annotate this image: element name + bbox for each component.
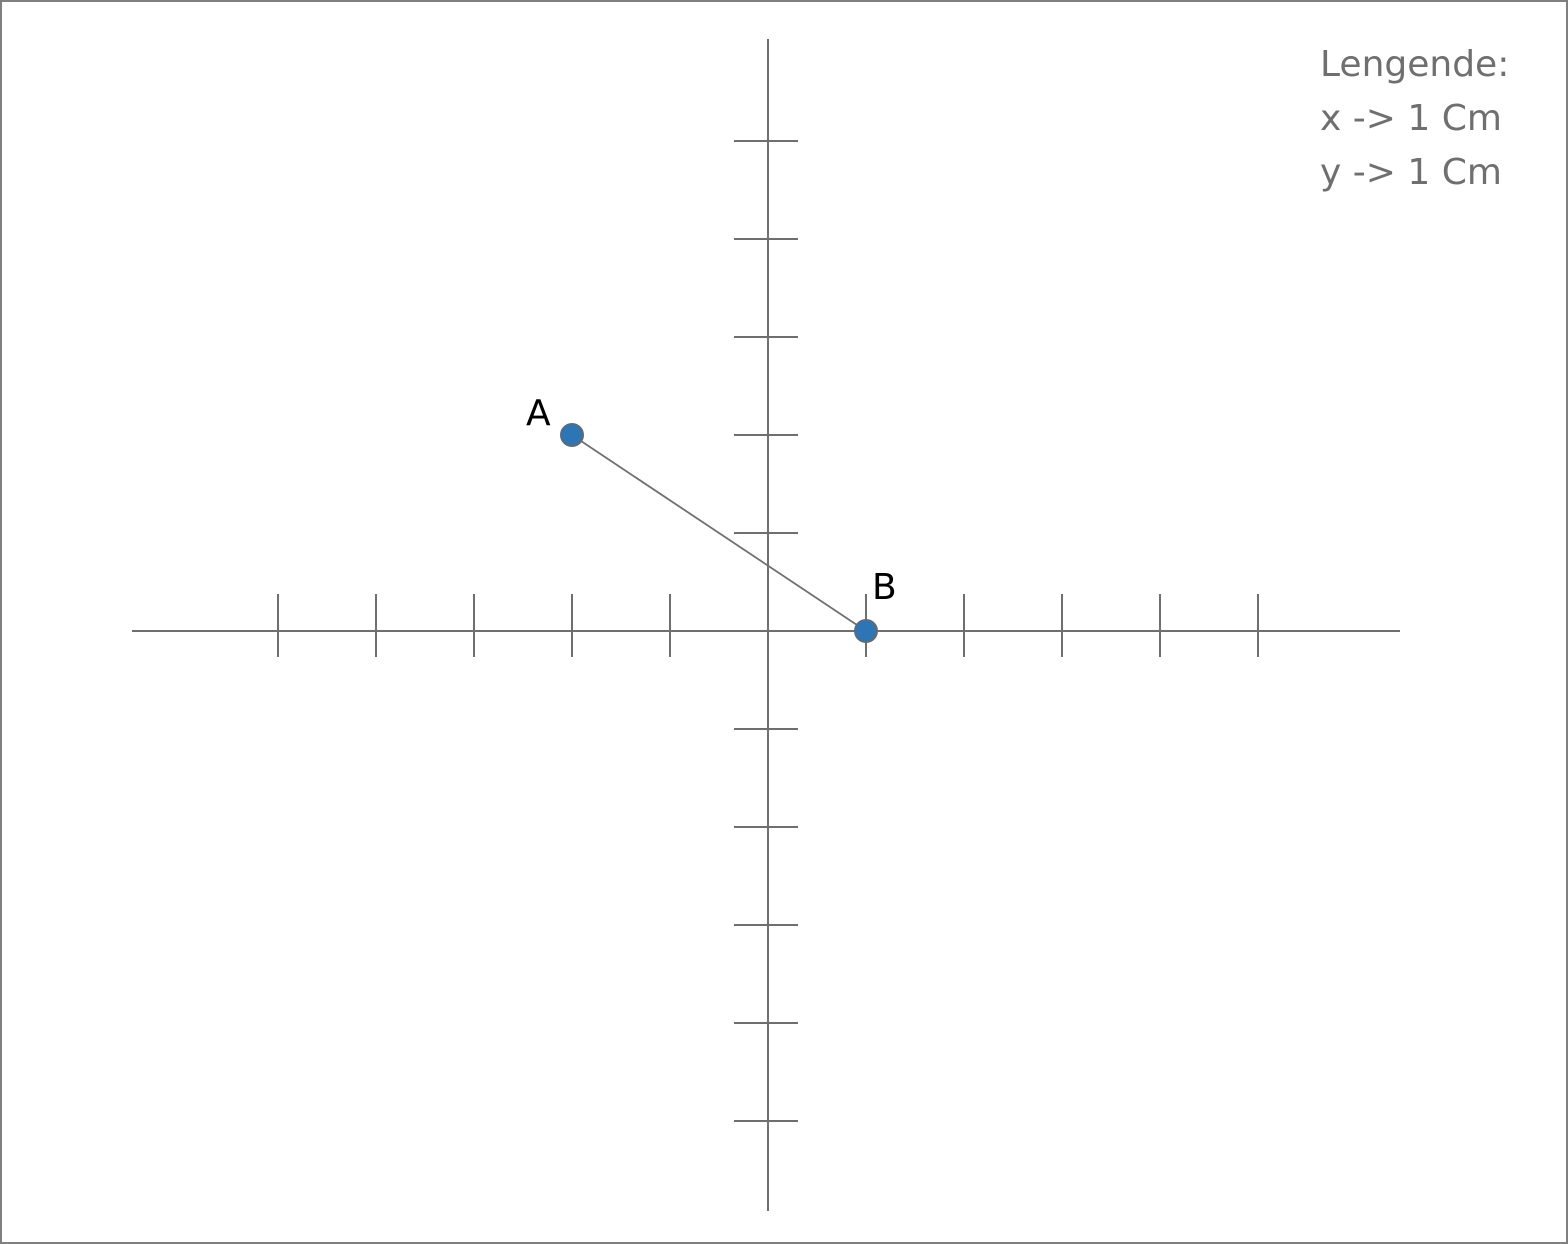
points: AB [526,393,897,643]
legend: Lengende: x -> 1 Cm y -> 1 Cm [1320,38,1509,200]
legend-x-scale: x -> 1 Cm [1320,98,1502,139]
point-b-label: B [872,567,897,608]
point-a [560,423,584,447]
point-a-label: A [526,393,551,434]
point-b [854,619,878,643]
segment-ab [571,434,867,632]
segments [571,434,867,632]
legend-title: Lengende: [1320,44,1510,85]
legend-y-scale: y -> 1 Cm [1320,152,1502,193]
coordinate-plane-canvas: AB Lengende: x -> 1 Cm y -> 1 Cm [0,0,1568,1244]
